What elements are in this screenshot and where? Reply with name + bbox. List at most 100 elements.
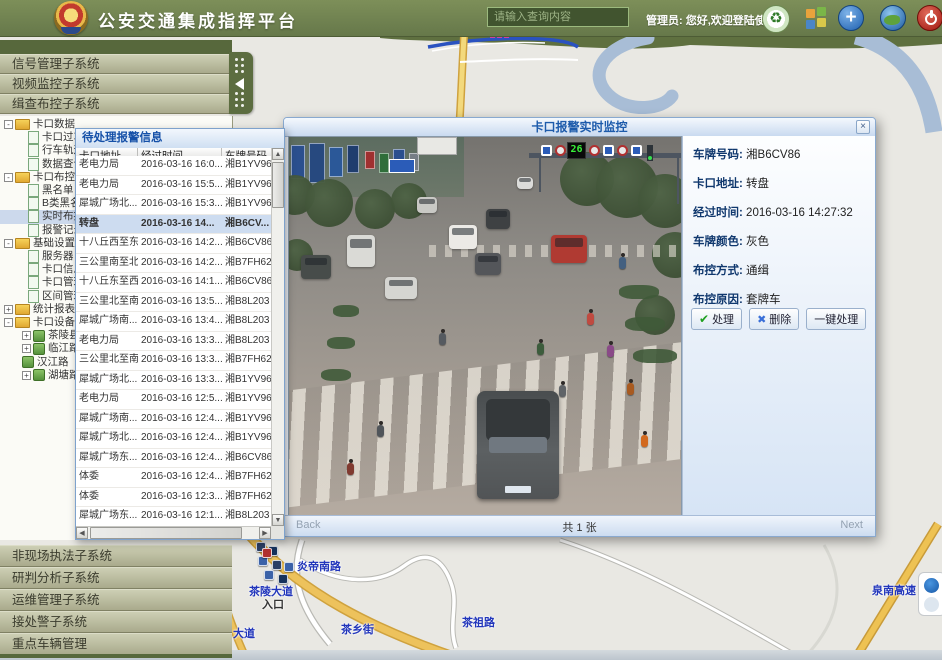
table-row[interactable]: 体委2016-03-16 12:4...湘B7FH62 [76,468,271,488]
tree-expander-icon[interactable]: - [4,318,13,327]
sidebar-item-1[interactable]: 视频监控子系统 [0,74,232,94]
horizontal-scrollbar[interactable]: ◀ ▶ [76,526,271,539]
search-input[interactable] [487,7,629,27]
table-row[interactable]: 犀城广场北...2016-03-16 15:3...湘B1YV96 [76,195,271,215]
table-row[interactable]: 犀城广场南...2016-03-16 12:4...湘B1YV96 [76,410,271,430]
table-row[interactable]: 犀城广场东...2016-03-16 12:1...湘B8L203 [76,507,271,526]
table-row[interactable]: 老电力局2016-03-16 12:5...湘B1YV96 [76,390,271,410]
vehicle [551,235,587,263]
cell: 湘B6CV... [222,215,271,234]
collapse-arrow-icon [235,78,244,90]
grid-tiles-icon[interactable] [806,7,828,29]
table-row[interactable]: 十八丘西至东2016-03-16 14:2...湘B6CV86 [76,234,271,254]
delete-button[interactable]: ✖删除 [749,308,799,330]
table-row[interactable]: 犀城广场北...2016-03-16 12:4...湘B1YV96 [76,429,271,449]
sidebar-item-bottom-0[interactable]: 非现场执法子系统 [0,545,232,567]
plus-icon[interactable]: + [838,5,864,31]
detail-label: 经过时间: [693,207,743,219]
vertical-scrollbar[interactable]: ▲ ▼ [271,148,284,526]
cell: 犀城广场北... [76,371,138,390]
tree-expander-icon[interactable]: + [22,331,31,340]
globe-icon[interactable] [880,5,906,31]
tree-expander-icon[interactable]: + [22,344,31,353]
cell: 湘B7FH62 [222,488,271,507]
cell: 2016-03-16 16:0... [138,156,222,175]
table-row[interactable]: 老电力局2016-03-16 13:3...湘B8L203 [76,332,271,352]
sidebar-item-0[interactable]: 信号管理子系统 [0,54,232,74]
detail-label: 车牌号码: [693,149,743,161]
tree-expander-icon[interactable]: - [4,173,13,182]
detail-row: 布控方式: 通缉 [693,262,875,278]
doc-icon [28,290,39,303]
table-row[interactable]: 十八丘东至西2016-03-16 14:1...湘B6CV86 [76,273,271,293]
cell: 湘B1YV96 [222,390,271,409]
table-row[interactable]: 三公里北至南2016-03-16 13:5...湘B8L203 [76,293,271,313]
sidebar-item-bottom-4[interactable]: 重点车辆管理 [0,633,232,655]
table-row[interactable]: 犀城广场北...2016-03-16 13:3...湘B1YV96 [76,371,271,391]
detail-row: 经过时间: 2016-03-16 14:27:32 [693,204,875,220]
table-row[interactable]: 老电力局2016-03-16 16:0...湘B1YV96 [76,156,271,176]
cell: 湘B6CV86 [222,273,271,292]
alarm-panel-title: 待处理报警信息 [76,129,284,149]
cell: 2016-03-16 15:5... [138,176,222,195]
cell: 2016-03-16 12:1... [138,507,222,526]
sidebar-item-bottom-2[interactable]: 运维管理子系统 [0,589,232,611]
vehicle [417,197,437,213]
scroll-right-button[interactable]: ▶ [259,527,271,539]
tree-expander-icon[interactable]: + [22,371,31,380]
detail-value: 湘B6CV86 [746,149,800,161]
welcome-text: 管理员: 您好,欢迎登陆使用 [646,12,777,28]
map-device-marker[interactable] [278,574,288,584]
sidebar-item-bottom-3[interactable]: 接处警子系统 [0,611,232,633]
scroll-up-button[interactable]: ▲ [272,148,284,160]
table-row[interactable]: 老电力局2016-03-16 15:5...湘B1YV96 [76,176,271,196]
map-label: 泉南高速 [872,582,916,598]
detail-row: 布控原因: 套牌车 [693,291,875,307]
detail-row: 车牌颜色: 灰色 [693,233,875,249]
table-row[interactable]: 三公里北至南2016-03-16 13:3...湘B7FH62 [76,351,271,371]
remote-tool-icon[interactable] [918,572,942,616]
table-row[interactable]: 犀城广场南...2016-03-16 13:4...湘B8L203 [76,312,271,332]
doc-icon [28,263,39,276]
power-icon[interactable] [917,5,942,31]
map-device-marker[interactable] [284,562,294,572]
scroll-left-button[interactable]: ◀ [76,527,88,539]
sidebar-item-bottom-1[interactable]: 研判分析子系统 [0,567,232,589]
table-row[interactable]: 体委2016-03-16 12:3...湘B7FH62 [76,488,271,508]
cell: 犀城广场南... [76,410,138,429]
shop-sign [347,145,359,173]
process-all-button[interactable]: 一键处理 [806,308,866,330]
cell: 湘B8L203 [222,507,271,526]
map-device-marker[interactable] [262,548,272,558]
scroll-down-button[interactable]: ▼ [272,514,284,526]
sidebar-item-2[interactable]: 缉查布控子系统 [0,94,232,114]
table-row[interactable]: 三公里南至北2016-03-16 14:2...湘B7FH62 [76,254,271,274]
hedge [321,369,351,381]
hedge [333,305,359,317]
hedge [625,317,665,331]
tree-expander-icon[interactable]: + [4,305,13,314]
table-row[interactable]: 犀城广场东...2016-03-16 12:4...湘B6CV86 [76,449,271,469]
tree-expander-icon[interactable]: - [4,120,13,129]
horizontal-scroll-thumb[interactable] [90,527,242,539]
map-device-marker[interactable] [264,570,274,580]
folder-icon [15,172,30,183]
tree-expander-icon[interactable]: - [4,239,13,248]
table-row[interactable]: 转盘2016-03-16 14...湘B6CV... [76,215,271,235]
close-icon[interactable]: × [856,120,870,134]
next-button[interactable]: Next [840,519,863,531]
shop-sign [309,143,325,183]
cell: 2016-03-16 14:2... [138,254,222,273]
check-icon: ✔ [699,312,709,326]
process-button[interactable]: ✔处理 [691,308,742,330]
sidebar-collapse-handle[interactable] [229,52,253,114]
recycle-icon[interactable]: ♻ [762,5,790,33]
cell: 湘B8L203 [222,332,271,351]
detail-value: 灰色 [746,236,769,248]
vertical-scroll-thumb[interactable] [272,162,284,208]
hedge [327,337,355,349]
map-device-marker[interactable] [272,560,282,570]
cell: 湘B7FH62 [222,351,271,370]
cell: 十八丘东至西 [76,273,138,292]
folder-icon [15,119,30,130]
